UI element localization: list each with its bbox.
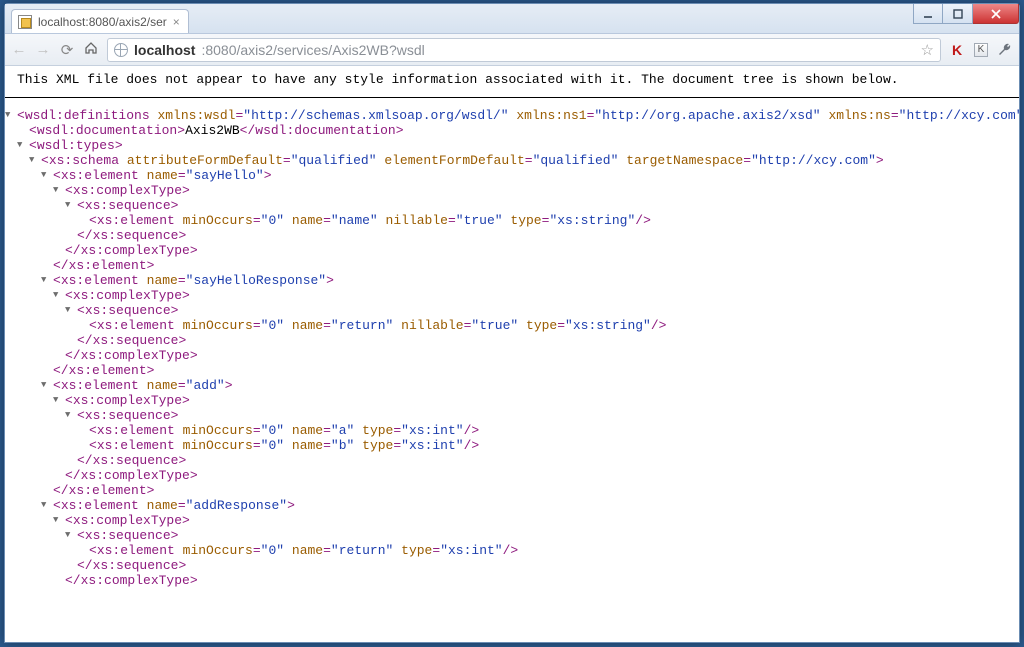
browser-tab[interactable]: localhost:8080/axis2/ser × — [11, 9, 189, 33]
wsdl-types-open[interactable]: <wsdl:types> — [29, 138, 1007, 153]
title-bar: localhost:8080/axis2/ser × — [5, 4, 1019, 34]
wrench-menu-button[interactable] — [997, 42, 1013, 58]
url-host: localhost — [134, 42, 195, 58]
xs-schema-open[interactable]: <xs:schema attributeFormDefault="qualifi… — [41, 153, 1007, 168]
minimize-button[interactable] — [913, 4, 943, 24]
sq-close: </xs:sequence> — [77, 453, 1007, 468]
maximize-button[interactable] — [943, 4, 973, 24]
el-addresp-open[interactable]: <xs:element name="addResponse"> — [53, 498, 1007, 513]
ct-open[interactable]: <xs:complexType> — [65, 513, 1007, 528]
back-button[interactable]: ← — [11, 41, 27, 58]
leaf-b: <xs:element minOccurs="0" name="b" type=… — [89, 438, 1007, 453]
el-sayhelloresp-close: </xs:element> — [53, 363, 1007, 378]
sq-open[interactable]: <xs:sequence> — [77, 303, 1007, 318]
sq-open[interactable]: <xs:sequence> — [77, 528, 1007, 543]
extension-k-icon[interactable]: K — [973, 42, 989, 58]
ct-open[interactable]: <xs:complexType> — [65, 393, 1007, 408]
ct-close: </xs:complexType> — [65, 348, 1007, 363]
sq-open[interactable]: <xs:sequence> — [77, 198, 1007, 213]
xml-tree: <wsdl:definitions xmlns:wsdl="http://sch… — [5, 98, 1019, 608]
sq-close: </xs:sequence> — [77, 558, 1007, 573]
tab-title: localhost:8080/axis2/ser — [38, 15, 167, 29]
close-button[interactable] — [973, 4, 1019, 24]
el-sayhelloresp-open[interactable]: <xs:element name="sayHelloResponse"> — [53, 273, 1007, 288]
ct-open[interactable]: <xs:complexType> — [65, 183, 1007, 198]
leaf-name: <xs:element minOccurs="0" name="name" ni… — [89, 213, 1007, 228]
browser-window: localhost:8080/axis2/ser × ← → ⟳ localho… — [4, 3, 1020, 643]
ct-close: </xs:complexType> — [65, 243, 1007, 258]
url-rest: :8080/axis2/services/Axis2WB?wsdl — [201, 42, 424, 58]
sq-open[interactable]: <xs:sequence> — [77, 408, 1007, 423]
globe-icon — [114, 43, 128, 57]
el-sayhello-close: </xs:element> — [53, 258, 1007, 273]
kaspersky-icon[interactable]: K — [949, 42, 965, 58]
page-content[interactable]: This XML file does not appear to have an… — [5, 66, 1019, 642]
toolbar: ← → ⟳ localhost :8080/axis2/services/Axis… — [5, 34, 1019, 66]
reload-button[interactable]: ⟳ — [59, 41, 75, 59]
sq-close: </xs:sequence> — [77, 228, 1007, 243]
favicon-icon — [18, 15, 32, 29]
home-button[interactable] — [83, 41, 99, 59]
ct-close: </xs:complexType> — [65, 573, 1007, 588]
forward-button[interactable]: → — [35, 41, 51, 58]
leaf-return-int: <xs:element minOccurs="0" name="return" … — [89, 543, 1007, 558]
bookmark-star-button[interactable]: ☆ — [921, 41, 934, 59]
tab-close-button[interactable]: × — [173, 15, 180, 29]
address-bar[interactable]: localhost :8080/axis2/services/Axis2WB?ws… — [107, 38, 941, 62]
ct-close: </xs:complexType> — [65, 468, 1007, 483]
window-controls — [913, 4, 1019, 24]
sq-close: </xs:sequence> — [77, 333, 1007, 348]
el-add-open[interactable]: <xs:element name="add"> — [53, 378, 1007, 393]
ct-open[interactable]: <xs:complexType> — [65, 288, 1007, 303]
el-sayhello-open[interactable]: <xs:element name="sayHello"> — [53, 168, 1007, 183]
leaf-a: <xs:element minOccurs="0" name="a" type=… — [89, 423, 1007, 438]
xml-banner: This XML file does not appear to have an… — [5, 66, 1019, 98]
el-add-close: </xs:element> — [53, 483, 1007, 498]
wsdl-definitions-open[interactable]: <wsdl:definitions xmlns:wsdl="http://sch… — [17, 108, 1007, 123]
wsdl-documentation: <wsdl:documentation>Axis2WB</wsdl:docume… — [29, 123, 1007, 138]
leaf-return-str: <xs:element minOccurs="0" name="return" … — [89, 318, 1007, 333]
